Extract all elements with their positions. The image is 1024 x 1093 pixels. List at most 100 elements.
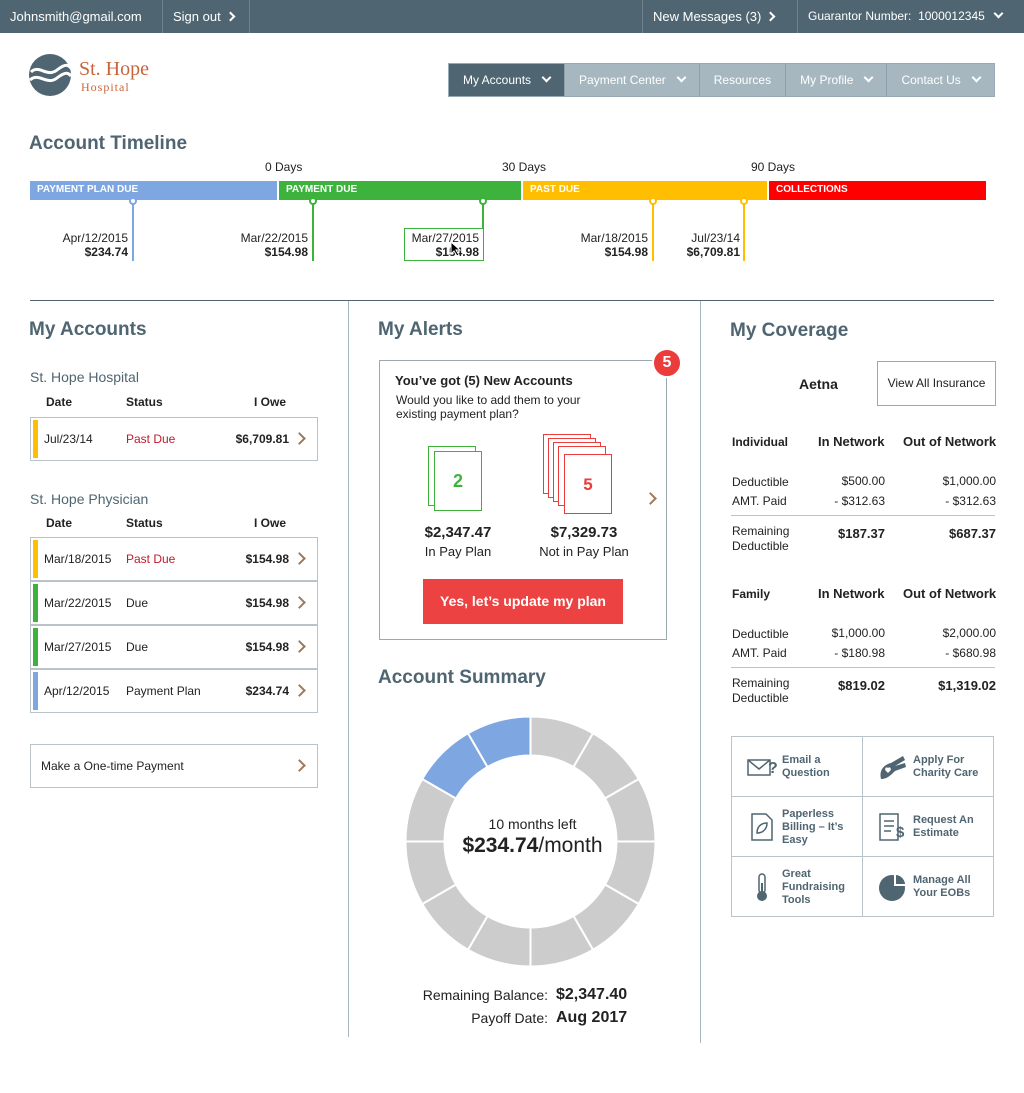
chevron-right-icon <box>293 640 306 653</box>
chevron-down-icon <box>971 72 982 83</box>
st-hope-logo[interactable]: St. Hope Hospital <box>29 52 169 102</box>
guarantor-dropdown[interactable]: Guarantor Number: 1000012345 <box>798 0 1024 33</box>
not-in-plan-amount: $7,329.73 <box>550 524 618 541</box>
paperless-billing-tile[interactable]: Paperless Billing – It’s Easy <box>732 797 863 857</box>
not-in-plan-count: 5 <box>564 454 612 514</box>
chevron-down-icon <box>993 8 1004 19</box>
coverage-out-network-header: Out of Network <box>903 586 997 601</box>
account-row[interactable]: Mar/27/2015 Due $154.98 <box>30 625 318 669</box>
nav-label: My Profile <box>800 73 854 87</box>
monthly-amount: $234.74 <box>462 834 539 857</box>
deductible-out: $2,000.00 <box>942 626 996 640</box>
timeline-bar-collections: COLLECTIONS <box>769 181 986 200</box>
column-header-status: Status <box>126 395 163 409</box>
event-date: Mar/22/2015 <box>240 231 308 245</box>
nav-label: Resources <box>713 73 772 87</box>
chevron-right-icon <box>765 11 776 22</box>
one-time-payment-label: Make a One-time Payment <box>41 759 184 773</box>
account-row[interactable]: Jul/23/14 Past Due $6,709.81 <box>30 417 318 461</box>
account-row[interactable]: Mar/22/2015 Due $154.98 <box>30 581 318 625</box>
coverage-out-network-header: Out of Network <box>903 434 997 449</box>
timeline-event-label[interactable]: Mar/18/2015 $154.98 <box>550 231 648 259</box>
timeline-event-label[interactable]: Jul/23/14 $6,709.81 <box>640 231 740 259</box>
remaining-deductible-label: Remaining Deductible <box>732 676 790 705</box>
row-date: Mar/27/2015 <box>44 640 112 654</box>
new-messages-link[interactable]: New Messages (3) <box>642 0 798 33</box>
nav-resources[interactable]: Resources <box>699 64 787 96</box>
account-row[interactable]: Apr/12/2015 Payment Plan $234.74 <box>30 669 318 713</box>
column-header-i-owe: I Owe <box>254 516 287 530</box>
nav-contact-us[interactable]: Contact Us <box>887 64 994 96</box>
months-left-text: 10 months left <box>488 816 577 832</box>
charity-care-tile[interactable]: Apply For Charity Care <box>863 737 994 797</box>
not-in-plan-label: Not in Pay Plan <box>539 544 629 559</box>
timeline-event-label-selected[interactable]: Mar/27/2015$154.98 <box>404 228 484 261</box>
event-amount: $234.74 <box>84 245 128 259</box>
row-status: Due <box>126 640 149 654</box>
one-time-payment-button[interactable]: Make a One-time Payment <box>30 744 318 788</box>
amt-paid-out: - $680.98 <box>945 646 996 660</box>
view-all-insurance-button[interactable]: View All Insurance <box>877 361 996 406</box>
nav-my-accounts[interactable]: My Accounts <box>449 64 566 96</box>
nav-my-profile[interactable]: My Profile <box>786 64 888 96</box>
pie-chart-icon <box>879 873 907 901</box>
nav-payment-center[interactable]: Payment Center <box>565 64 700 96</box>
timeline-marker-dot[interactable] <box>649 197 657 205</box>
row-status: Past Due <box>126 432 176 446</box>
row-amount: $154.98 <box>245 640 289 654</box>
timeline-marker-line <box>312 200 314 261</box>
status-stripe <box>33 420 38 458</box>
row-status: Due <box>126 596 149 610</box>
amt-paid-in: - $180.98 <box>834 646 885 660</box>
status-stripe <box>33 628 38 666</box>
coverage-in-network-header: In Network <box>818 586 885 601</box>
monthly-unit: /month <box>538 834 603 857</box>
event-date: Mar/27/2015 <box>411 231 479 245</box>
user-email[interactable]: Johnsmith@gmail.com <box>0 0 163 33</box>
sign-out-link[interactable]: Sign out <box>163 0 250 33</box>
account-row[interactable]: Mar/18/2015 Past Due $154.98 <box>30 537 318 581</box>
status-stripe <box>33 672 38 710</box>
deductible-label: Deductible <box>732 627 789 641</box>
manage-eobs-tile[interactable]: Manage All Your EOBs <box>863 857 994 917</box>
remaining-in: $819.02 <box>838 678 885 693</box>
coverage-divider <box>731 515 995 516</box>
tile-label: Manage All Your EOBs <box>913 874 971 899</box>
timeline-event-label[interactable]: Apr/12/2015 $234.74 <box>30 231 128 259</box>
estimate-list-icon: $ <box>879 813 905 841</box>
nav-label: My Accounts <box>463 73 532 87</box>
timeline-marker-dot[interactable] <box>309 197 317 205</box>
event-amount: $6,709.81 <box>686 245 740 259</box>
request-estimate-tile[interactable]: $ Request An Estimate <box>863 797 994 857</box>
alert-heading: You’ve got (5) New Accounts <box>395 373 573 388</box>
sign-out-label: Sign out <box>173 9 221 24</box>
remaining-in: $187.37 <box>838 526 885 541</box>
payoff-date-value: Aug 2017 <box>556 1009 628 1026</box>
remaining-deductible-label: Remaining Deductible <box>732 524 790 553</box>
email-question-tile[interactable]: ? Email a Question <box>732 737 863 797</box>
in-plan-label: In Pay Plan <box>424 544 492 559</box>
chevron-right-icon <box>293 596 306 609</box>
timeline-marker-dot[interactable] <box>740 197 748 205</box>
tile-label: Email a Question <box>782 754 830 779</box>
my-accounts-title: My Accounts <box>29 319 147 340</box>
chevron-right-icon <box>293 552 306 565</box>
timeline-marker-dot[interactable] <box>129 197 137 205</box>
nav-label: Payment Center <box>579 73 666 87</box>
column-divider <box>348 301 349 1037</box>
timeline-marker-dot[interactable] <box>479 197 487 205</box>
update-plan-button[interactable]: Yes, let’s update my plan <box>423 579 623 624</box>
timeline-event-label[interactable]: Mar/22/2015 $154.98 <box>210 231 308 259</box>
tile-label: Great Fundraising Tools <box>782 867 845 906</box>
svg-text:?: ? <box>768 760 778 777</box>
row-status: Payment Plan <box>126 684 201 698</box>
account-timeline-title: Account Timeline <box>29 133 188 154</box>
column-divider <box>700 301 701 1043</box>
coverage-individual-label: Individual <box>732 435 789 449</box>
fundraising-tools-tile[interactable]: Great Fundraising Tools <box>732 857 863 917</box>
row-date: Jul/23/14 <box>44 432 93 446</box>
row-status: Past Due <box>126 552 176 566</box>
quick-links-grid: ? Email a Question Apply For Charity Car… <box>731 736 994 917</box>
timeline-day-mark: 90 Days <box>751 160 796 174</box>
envelope-question-icon: ? <box>747 759 778 777</box>
